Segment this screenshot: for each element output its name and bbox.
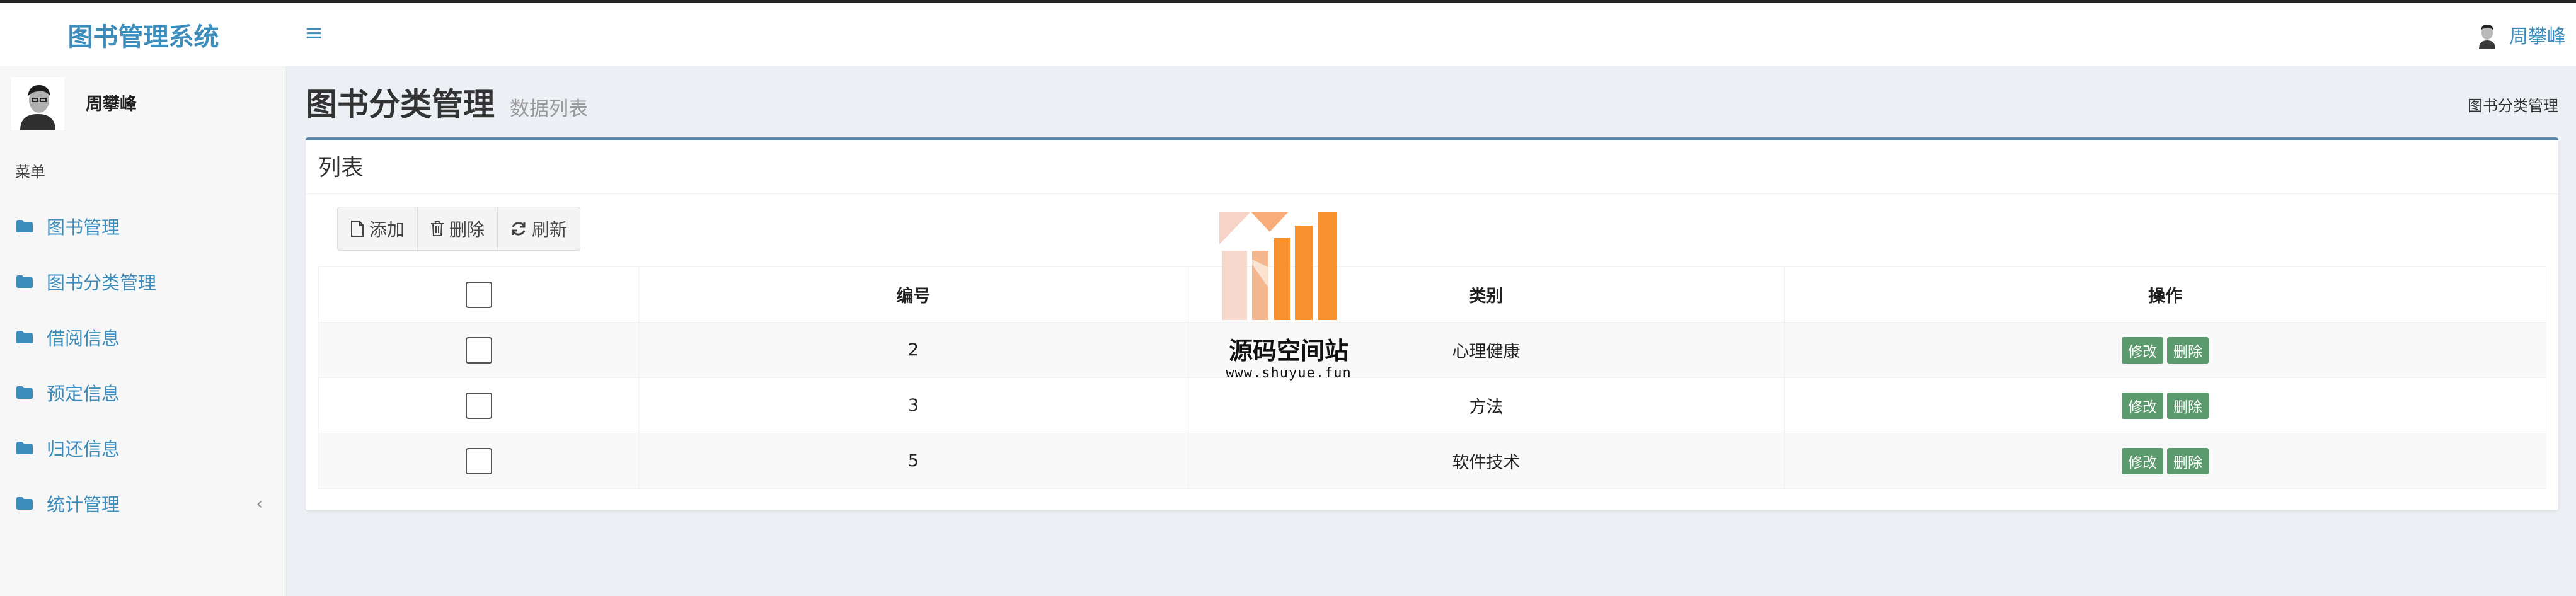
watermark-title: 源码空间站 — [1228, 337, 1348, 365]
sidebar-avatar — [11, 77, 64, 130]
row-delete-button[interactable]: 删除 — [2167, 447, 2209, 474]
watermark-url: www.shuyue.fun — [1226, 365, 1352, 381]
file-icon — [351, 221, 364, 237]
actions-cell: 修改 删除 — [1784, 377, 2546, 433]
column-header-id: 编号 — [638, 266, 1188, 323]
sidebar-item-return-info[interactable]: 归还信息 — [0, 420, 287, 476]
table-row: 2 心理健康 修改 删除 — [318, 322, 2546, 378]
edit-button[interactable]: 修改 — [2122, 336, 2163, 364]
select-all-checkbox[interactable] — [465, 281, 492, 308]
sidebar-item-book-management[interactable]: 图书管理 — [0, 198, 287, 254]
edit-button[interactable]: 修改 — [2122, 392, 2163, 419]
sidebar: 周攀峰 菜单 图书管理 图书分类管理 借阅信息 预定信息 归还信息 统计管理 ‹ — [0, 66, 287, 596]
watermark: 源码空间站 www.shuyue.fun — [1213, 207, 1402, 389]
add-button-label: 添加 — [369, 219, 405, 240]
row-select-cell — [318, 377, 639, 433]
sidebar-menu: 图书管理 图书分类管理 借阅信息 预定信息 归还信息 统计管理 ‹ — [0, 198, 287, 531]
sidebar-user-panel: 周攀峰 — [11, 77, 276, 147]
row-checkbox[interactable] — [465, 336, 492, 364]
refresh-icon — [512, 222, 526, 236]
select-all-cell — [318, 266, 639, 323]
column-header-actions: 操作 — [1784, 266, 2546, 323]
row-delete-button[interactable]: 删除 — [2167, 392, 2209, 419]
row-select-cell — [318, 322, 639, 378]
menu-header: 菜单 — [15, 163, 45, 181]
sidebar-user-name: 周攀峰 — [86, 95, 137, 114]
box-divider — [306, 193, 2558, 194]
sidebar-item-reservation-info[interactable]: 预定信息 — [0, 365, 287, 420]
sidebar-item-borrow-info[interactable]: 借阅信息 — [0, 309, 287, 365]
top-header: 图书管理系统 ≡ 周攀峰 — [0, 3, 2576, 66]
folder-icon — [16, 220, 33, 232]
page-subtitle: 数据列表 — [510, 98, 588, 120]
id-cell: 5 — [638, 433, 1188, 489]
sidebar-item-category-management[interactable]: 图书分类管理 — [0, 254, 287, 309]
sidebar-item-label: 预定信息 — [47, 383, 120, 404]
app-logo-title[interactable]: 图书管理系统 — [0, 3, 287, 66]
folder-icon — [16, 275, 33, 288]
sidebar-toggle-hamburger-icon[interactable]: ≡ — [301, 21, 326, 46]
sidebar-item-label: 图书管理 — [47, 217, 120, 238]
sidebar-item-label: 归还信息 — [47, 438, 120, 460]
folder-icon — [16, 442, 33, 454]
watermark-logo — [1219, 212, 1337, 320]
header-user-menu[interactable]: 周攀峰 — [2473, 18, 2566, 51]
folder-icon — [16, 331, 33, 343]
refresh-button[interactable]: 刷新 — [498, 207, 580, 250]
table-row: 3 方法 修改 删除 — [318, 377, 2546, 433]
table-header-row: 编号 类别 操作 — [318, 266, 2546, 323]
breadcrumb[interactable]: 图书分类管理 — [2468, 93, 2558, 115]
row-checkbox[interactable] — [465, 447, 492, 474]
row-select-cell — [318, 433, 639, 489]
folder-icon — [16, 497, 33, 510]
delete-button-label: 删除 — [449, 219, 485, 240]
table-row: 5 软件技术 修改 删除 — [318, 433, 2546, 489]
page-title: 图书分类管理 — [306, 86, 495, 123]
header-user-name: 周攀峰 — [2509, 26, 2566, 48]
trash-icon — [431, 221, 444, 236]
sidebar-item-label: 借阅信息 — [47, 328, 120, 349]
category-cell: 软件技术 — [1188, 433, 1785, 489]
sidebar-item-label: 统计管理 — [47, 494, 120, 515]
row-checkbox[interactable] — [465, 392, 492, 419]
id-cell: 2 — [638, 322, 1188, 378]
toolbar-button-group: 添加 删除 刷新 — [337, 207, 581, 251]
actions-cell: 修改 删除 — [1784, 433, 2546, 489]
row-delete-button[interactable]: 删除 — [2167, 336, 2209, 364]
add-button[interactable]: 添加 — [338, 207, 418, 250]
actions-cell: 修改 删除 — [1784, 322, 2546, 378]
category-table: 编号 类别 操作 2 心理健康 修改 删除 3 方法 修改 删除 5 软件技术 … — [318, 266, 2546, 489]
delete-button[interactable]: 删除 — [418, 207, 498, 250]
sidebar-item-label: 图书分类管理 — [47, 272, 157, 294]
content-header: 图书分类管理 数据列表 — [306, 79, 588, 123]
box-title: 列表 — [318, 155, 364, 181]
sidebar-item-statistics[interactable]: 统计管理 ‹ — [0, 476, 287, 531]
id-cell: 3 — [638, 377, 1188, 433]
folder-icon — [16, 386, 33, 399]
list-box: 列表 添加 删除 刷新 编号 类别 操作 2 心理健康 修改 删除 3 方法 修… — [306, 137, 2558, 510]
edit-button[interactable]: 修改 — [2122, 447, 2163, 474]
chevron-left-icon[interactable]: ‹ — [256, 495, 263, 513]
refresh-button-label: 刷新 — [532, 219, 568, 240]
header-avatar — [2473, 20, 2502, 49]
